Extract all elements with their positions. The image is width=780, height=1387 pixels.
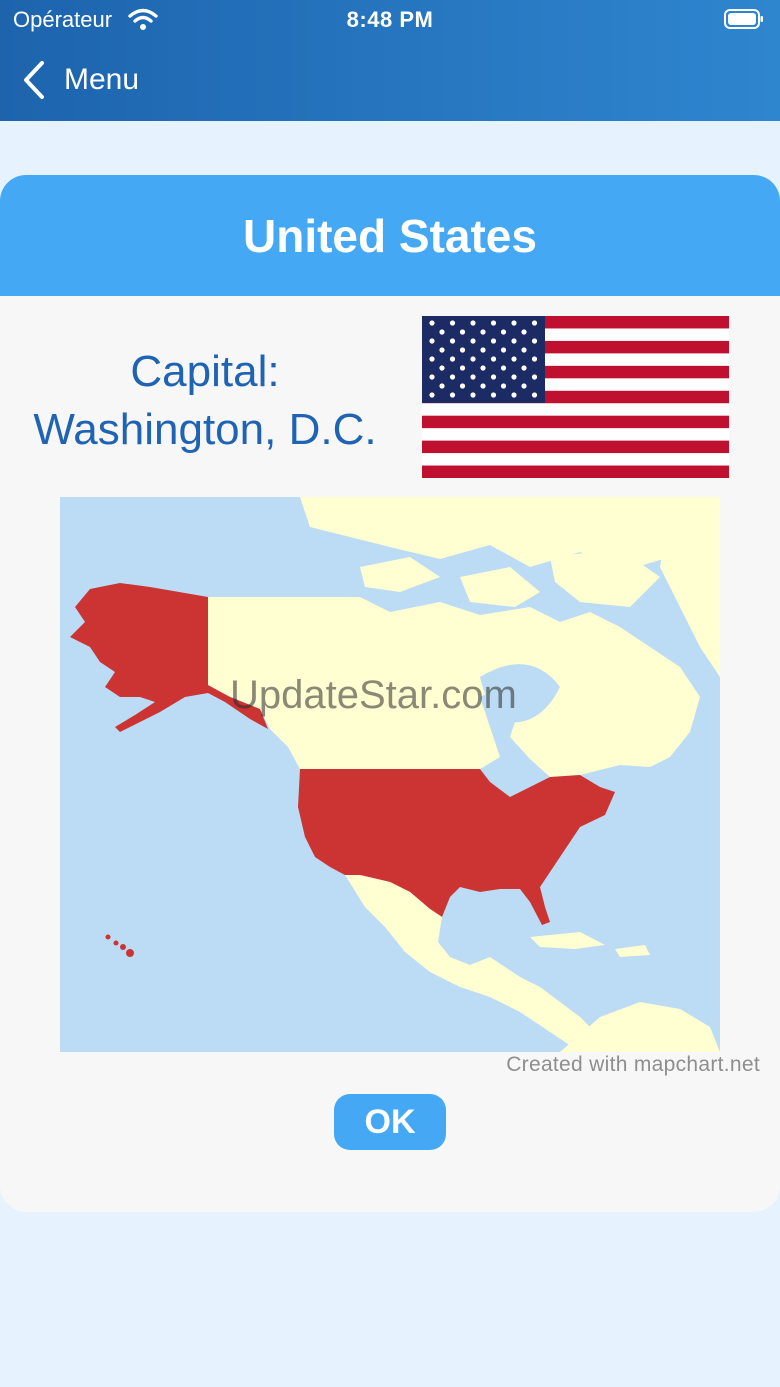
status-bar: Opérateur 8:48 PM — [0, 0, 780, 40]
back-button[interactable]: Menu — [20, 58, 139, 102]
capital-info: Capital: Washington, D.C. — [10, 343, 400, 459]
map-credit: Created with mapchart.net — [506, 1053, 760, 1076]
north-america-map — [60, 497, 720, 1052]
navigation-bar: Opérateur 8:48 PM Menu — [0, 0, 780, 121]
capital-value: Washington, D.C. — [33, 405, 377, 454]
battery-icon — [724, 9, 763, 29]
chevron-left-icon — [24, 61, 44, 99]
back-button-label: Menu — [64, 63, 140, 96]
status-time: 8:48 PM — [346, 7, 434, 32]
country-name: United States — [243, 210, 537, 262]
card-header: United States — [0, 175, 780, 296]
us-flag-image — [422, 316, 729, 478]
country-card: United States Capital: Washington, D.C. — [0, 175, 780, 1212]
ok-button[interactable]: OK — [334, 1094, 446, 1150]
capital-label: Capital: — [130, 347, 280, 396]
